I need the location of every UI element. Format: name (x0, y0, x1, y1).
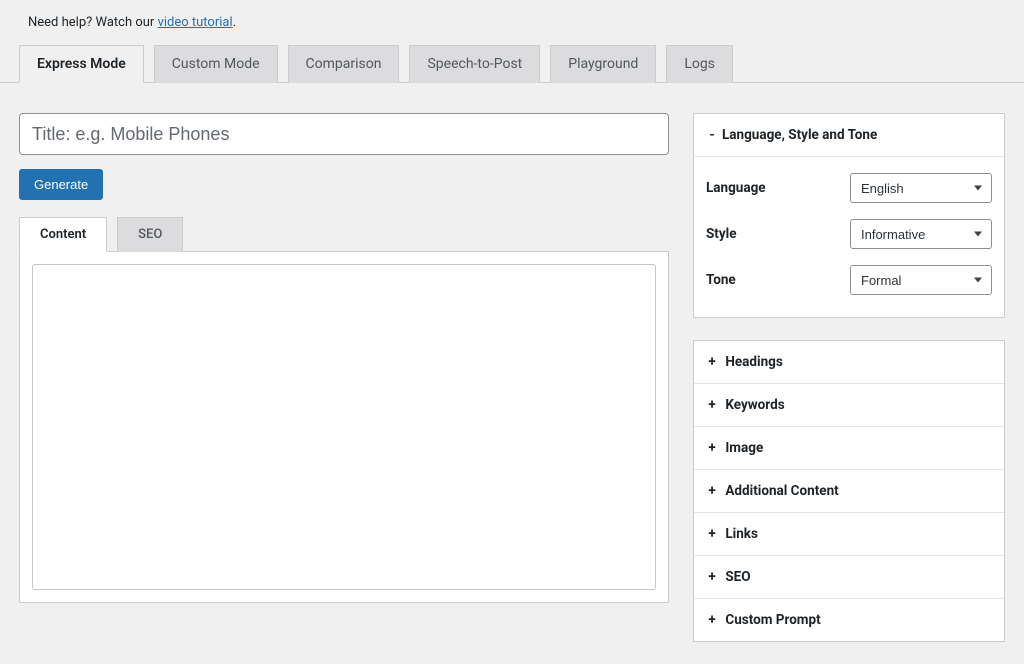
row-style: Style Informative (706, 211, 992, 257)
content-area (19, 252, 669, 603)
label-language: Language (706, 180, 766, 196)
tab-playground[interactable]: Playground (550, 45, 656, 83)
row-tone: Tone Formal (706, 257, 992, 303)
expand-icon: + (706, 569, 718, 585)
generate-button[interactable]: Generate (19, 169, 103, 200)
panel-header-keywords[interactable]: + Keywords (694, 383, 1004, 426)
panel-header-language-style-tone[interactable]: - Language, Style and Tone (694, 114, 1004, 156)
tab-speech-to-post[interactable]: Speech-to-Post (409, 45, 540, 83)
title-input[interactable] (19, 113, 669, 155)
panel-title-label: Additional Content (725, 483, 838, 499)
expand-icon: + (706, 612, 718, 628)
select-language[interactable]: English (850, 173, 992, 203)
panel-title-label: Headings (725, 354, 782, 370)
sub-tab-content[interactable]: Content (19, 217, 107, 252)
panel-header-links[interactable]: + Links (694, 512, 1004, 555)
panel-body-language-style-tone: Language English Style Informative (694, 156, 1004, 317)
label-tone: Tone (706, 272, 736, 288)
expand-icon: + (706, 526, 718, 542)
select-tone[interactable]: Formal (850, 265, 992, 295)
panel-title-label: Keywords (725, 397, 784, 413)
panel-title-label: Links (725, 526, 758, 542)
select-wrap-style: Informative (850, 219, 992, 249)
tab-logs[interactable]: Logs (666, 45, 733, 83)
panel-collapsed-group: + Headings + Keywords + Image + Addition… (693, 340, 1005, 642)
select-style[interactable]: Informative (850, 219, 992, 249)
panel-header-custom-prompt[interactable]: + Custom Prompt (694, 598, 1004, 641)
video-tutorial-link[interactable]: video tutorial (158, 15, 233, 30)
main-tab-bar: Express Mode Custom Mode Comparison Spee… (0, 44, 1024, 83)
help-prefix: Need help? Watch our (28, 15, 158, 30)
row-language: Language English (706, 165, 992, 211)
label-style: Style (706, 226, 737, 242)
panel-header-seo[interactable]: + SEO (694, 555, 1004, 598)
expand-icon: + (706, 483, 718, 499)
right-column: - Language, Style and Tone Language Engl… (693, 113, 1005, 664)
tab-custom-mode[interactable]: Custom Mode (154, 45, 278, 83)
select-wrap-tone: Formal (850, 265, 992, 295)
panel-title-label: SEO (725, 569, 750, 585)
collapse-icon: - (706, 127, 718, 143)
tab-comparison[interactable]: Comparison (288, 45, 400, 83)
panel-header-image[interactable]: + Image (694, 426, 1004, 469)
panel-title-label: Image (725, 440, 763, 456)
help-suffix: . (233, 15, 236, 30)
expand-icon: + (706, 440, 718, 456)
left-column: Generate Content SEO (19, 113, 669, 664)
tab-express-mode[interactable]: Express Mode (19, 45, 144, 83)
editor-box[interactable] (32, 264, 656, 590)
panel-header-additional-content[interactable]: + Additional Content (694, 469, 1004, 512)
panel-header-headings[interactable]: + Headings (694, 341, 1004, 383)
select-wrap-language: English (850, 173, 992, 203)
sub-tab-seo[interactable]: SEO (117, 217, 183, 252)
panel-language-style-tone: - Language, Style and Tone Language Engl… (693, 113, 1005, 318)
sub-tab-bar: Content SEO (19, 216, 669, 252)
main-layout: Generate Content SEO - Language, Style a… (0, 83, 1024, 664)
expand-icon: + (706, 397, 718, 413)
help-text: Need help? Watch our video tutorial. (0, 0, 1024, 44)
panel-title-label: Custom Prompt (725, 612, 820, 628)
expand-icon: + (706, 354, 718, 370)
panel-title-label: Language, Style and Tone (722, 127, 877, 143)
